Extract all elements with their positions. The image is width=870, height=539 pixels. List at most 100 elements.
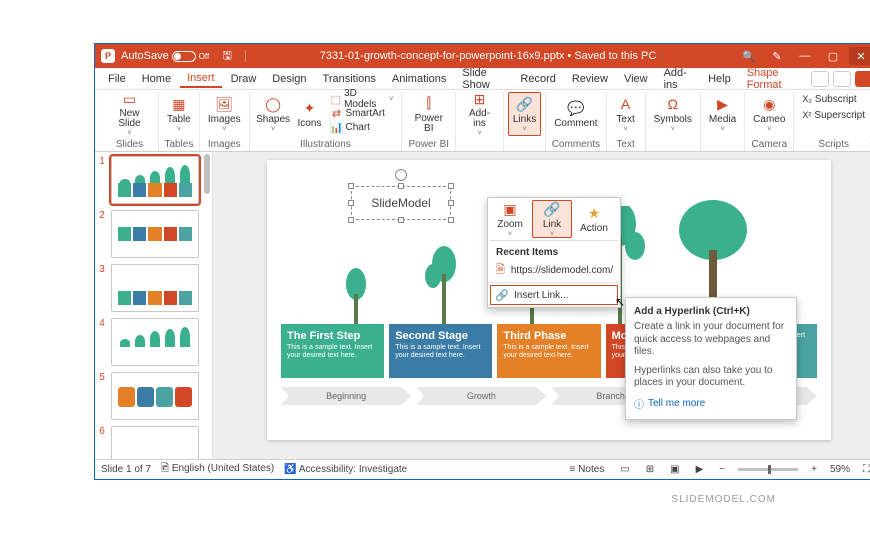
- resize-handle[interactable]: [348, 183, 354, 189]
- tab-record[interactable]: Record: [513, 71, 562, 87]
- reading-view-icon[interactable]: ▣: [667, 464, 682, 475]
- tab-home[interactable]: Home: [135, 71, 178, 87]
- thumbnail-1[interactable]: [111, 156, 199, 204]
- plant-1: [321, 264, 391, 324]
- smartart-icon: ⇄: [330, 107, 342, 119]
- comment-button[interactable]: 💬Comment: [550, 92, 601, 136]
- autosave-switch[interactable]: [172, 51, 196, 62]
- chart-button[interactable]: 📊Chart: [326, 120, 397, 134]
- tab-shape-format[interactable]: Shape Format: [740, 65, 807, 93]
- powerpoint-window: P AutoSave Off 🖫 7331-01-growth-concept-…: [94, 43, 870, 480]
- shapes-button[interactable]: ◯Shapes˅: [254, 92, 293, 136]
- zoom-level[interactable]: 59%: [830, 464, 850, 475]
- link-button[interactable]: 🔗Link˅: [532, 200, 572, 238]
- shapes-icon: ◯: [264, 95, 282, 113]
- arrow-2: Growth: [416, 387, 546, 405]
- thumbnail-scrollbar[interactable]: [202, 152, 212, 459]
- slide-counter[interactable]: Slide 1 of 7: [101, 464, 151, 475]
- thumbnail-4[interactable]: [111, 318, 199, 366]
- text-button[interactable]: AText˅: [611, 92, 641, 136]
- app-icon: P: [101, 49, 115, 63]
- ribbon-mode-icon[interactable]: ✎: [765, 47, 789, 65]
- tab-help[interactable]: Help: [701, 71, 738, 87]
- watermark: SLIDEMODEL.COM: [671, 494, 776, 505]
- thumbnail-3[interactable]: [111, 264, 199, 312]
- slide-thumbnails[interactable]: 1 2 3 4 5 6: [95, 152, 213, 459]
- action-icon: ★: [585, 204, 603, 222]
- 3d-models-button[interactable]: ⬚3D Models˅: [326, 92, 397, 106]
- close-button[interactable]: ✕: [849, 47, 870, 65]
- tab-animations[interactable]: Animations: [385, 71, 453, 87]
- rotate-handle[interactable]: [395, 169, 407, 181]
- zoom-in-button[interactable]: +: [808, 464, 820, 475]
- zoom-button[interactable]: ▣Zoom˅: [490, 200, 530, 238]
- maximize-button[interactable]: ▢: [821, 47, 845, 65]
- status-bar: Slide 1 of 7 🖻 English (United States) ♿…: [95, 459, 870, 479]
- tab-review[interactable]: Review: [565, 71, 615, 87]
- media-icon: ▶: [714, 95, 732, 113]
- cameo-button[interactable]: ◉Cameo˅: [749, 92, 789, 136]
- tab-file[interactable]: File: [101, 71, 133, 87]
- sorter-view-icon[interactable]: ⊞: [643, 464, 657, 475]
- recent-items-header: Recent Items: [490, 243, 618, 260]
- symbols-icon: Ω: [664, 95, 682, 113]
- subscript-button[interactable]: X₂Subscript: [798, 92, 869, 106]
- autosave-toggle[interactable]: AutoSave Off: [121, 50, 209, 62]
- slideshow-view-icon[interactable]: ▶: [693, 464, 707, 475]
- images-button[interactable]: 🖼Images˅: [204, 92, 245, 136]
- tab-insert[interactable]: Insert: [180, 70, 222, 88]
- tooltip-text-1: Create a link in your document for quick…: [634, 321, 788, 359]
- new-slide-button[interactable]: ▭New Slide˅: [105, 92, 154, 136]
- fit-to-window-button[interactable]: ⛶: [860, 464, 870, 475]
- zoom-slider[interactable]: [738, 468, 798, 471]
- normal-view-icon[interactable]: ▭: [617, 464, 632, 475]
- autosave-label: AutoSave: [121, 50, 169, 62]
- save-icon[interactable]: 🖫: [215, 47, 239, 65]
- resize-handle[interactable]: [448, 183, 454, 189]
- link-icon: 🔗: [496, 289, 508, 301]
- tab-slide-show[interactable]: Slide Show: [455, 65, 511, 93]
- table-icon: ▦: [170, 95, 188, 113]
- icons-icon: ✦: [300, 99, 318, 117]
- thumbnail-6[interactable]: [111, 426, 199, 459]
- smartart-button[interactable]: ⇄SmartArt: [326, 106, 397, 120]
- search-icon[interactable]: 🔍: [737, 47, 761, 65]
- superscript-button[interactable]: X²Superscript: [798, 108, 869, 122]
- thumbnail-5[interactable]: [111, 372, 199, 420]
- tab-add-ins[interactable]: Add-ins: [657, 65, 700, 93]
- document-title[interactable]: 7331-01-growth-concept-for-powerpoint-16…: [246, 50, 737, 62]
- minimize-button[interactable]: —: [793, 47, 817, 65]
- present-icon[interactable]: [833, 71, 851, 87]
- cube-icon: ⬚: [330, 93, 341, 105]
- powerbi-button[interactable]: ⫿Power BI: [406, 92, 451, 136]
- hyperlink-tooltip: Add a Hyperlink (Ctrl+K) Create a link i…: [625, 297, 797, 420]
- link-icon: 🔗: [543, 201, 561, 218]
- link-icon: 🔗: [516, 95, 534, 113]
- icons-button[interactable]: ✦Icons: [294, 92, 324, 136]
- tab-transitions[interactable]: Transitions: [316, 71, 383, 87]
- stage-1: The First StepThis is a sample text. Ins…: [281, 324, 384, 378]
- links-button[interactable]: 🔗Links˅: [508, 92, 541, 136]
- addins-icon: ⊞: [471, 91, 489, 108]
- links-dropdown: ▣Zoom˅ 🔗Link˅ ★Action Recent Items 🗎http…: [487, 197, 621, 308]
- notes-button[interactable]: ≡ Notes: [567, 464, 608, 475]
- language-indicator[interactable]: 🖻 English (United States): [161, 461, 274, 478]
- addins-button[interactable]: ⊞Add-ins˅: [460, 92, 499, 136]
- symbols-button[interactable]: ΩSymbols˅: [650, 92, 696, 136]
- tab-view[interactable]: View: [617, 71, 655, 87]
- table-button[interactable]: ▦Table˅: [163, 92, 195, 136]
- tell-me-more-link[interactable]: ⓘTell me more: [634, 396, 788, 411]
- recent-item-1[interactable]: 🗎https://slidemodel.com/: [490, 260, 618, 280]
- insert-link-item[interactable]: 🔗Insert Link...: [490, 285, 618, 305]
- tab-draw[interactable]: Draw: [224, 71, 264, 87]
- thumbnail-2[interactable]: [111, 210, 199, 258]
- accessibility-checker[interactable]: ♿ Accessibility: Investigate: [284, 464, 407, 475]
- stage-2: Second StageThis is a sample text. Inser…: [389, 324, 492, 378]
- media-button[interactable]: ▶Media˅: [705, 92, 740, 136]
- zoom-out-button[interactable]: −: [716, 464, 728, 475]
- action-button[interactable]: ★Action: [574, 200, 614, 238]
- resize-handle[interactable]: [398, 183, 404, 189]
- share-button[interactable]: [855, 71, 870, 87]
- tab-design[interactable]: Design: [265, 71, 313, 87]
- comments-icon[interactable]: [811, 71, 829, 87]
